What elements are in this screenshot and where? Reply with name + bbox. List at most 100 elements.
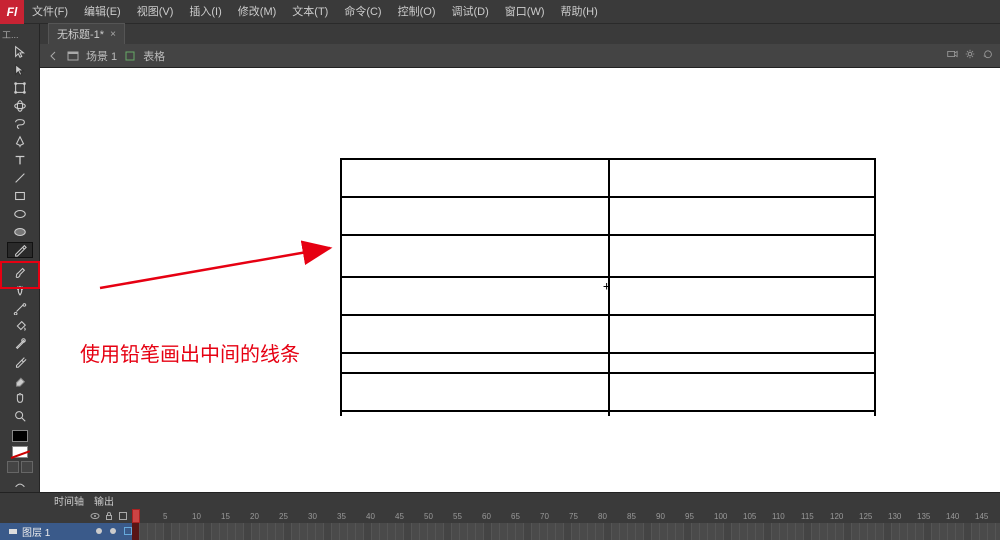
line-tool[interactable] (7, 170, 33, 186)
hand-tool[interactable] (7, 390, 33, 406)
svg-text:95: 95 (685, 512, 694, 521)
svg-text:105: 105 (743, 512, 757, 521)
menu-help[interactable]: 帮助(H) (553, 0, 606, 24)
tools-panel-label: 工... (0, 28, 19, 41)
ink-bottle-tool[interactable] (7, 336, 33, 352)
symbol-icon (123, 49, 137, 63)
rectangle-tool[interactable] (7, 188, 33, 204)
oval-tool[interactable] (7, 206, 33, 222)
menubar: Fl 文件(F) 编辑(E) 视图(V) 插入(I) 修改(M) 文本(T) 命… (0, 0, 1000, 24)
annotation-arrow (80, 198, 340, 298)
eyedropper-tool[interactable] (7, 354, 33, 370)
menu-debug[interactable]: 调试(D) (444, 0, 497, 24)
pencil-mode-option[interactable] (7, 477, 33, 493)
subselection-tool[interactable] (7, 62, 33, 78)
tools-panel: 工... (0, 24, 40, 492)
output-tab[interactable]: 输出 (94, 493, 114, 508)
menu-commands[interactable]: 命令(C) (336, 0, 389, 24)
eye-icon[interactable] (90, 511, 100, 521)
document-tabbar: 无标题-1* × (40, 24, 1000, 44)
document-tab[interactable]: 无标题-1* × (48, 23, 125, 44)
camera-icon[interactable] (946, 48, 958, 63)
menu-modify[interactable]: 修改(M) (230, 0, 285, 24)
svg-text:115: 115 (801, 512, 814, 521)
3d-rotation-tool[interactable] (7, 98, 33, 114)
eraser-tool[interactable] (7, 372, 33, 388)
svg-text:55: 55 (453, 512, 462, 521)
svg-text:10: 10 (192, 512, 201, 521)
bone-tool[interactable] (7, 300, 33, 316)
pen-tool[interactable] (7, 134, 33, 150)
edit-bar: 场景 1 表格 (40, 44, 1000, 68)
layer-vis-dot[interactable] (96, 528, 102, 534)
svg-text:45: 45 (395, 512, 404, 521)
svg-text:35: 35 (337, 512, 346, 521)
close-icon[interactable]: × (110, 29, 116, 40)
zoom-tool[interactable] (7, 408, 33, 424)
stroke-color-swatch[interactable] (7, 429, 33, 443)
stage[interactable]: + 使用铅笔画出中间的线条 (40, 68, 1000, 492)
layer-row[interactable]: 图层 1 (0, 523, 132, 540)
layer-lock-dot[interactable] (110, 528, 116, 534)
pencil-tool[interactable] (7, 242, 33, 258)
panel-tabs: 时间轴 输出 (0, 493, 1000, 509)
breadcrumb-symbol[interactable]: 表格 (143, 48, 165, 64)
menu-view[interactable]: 视图(V) (129, 0, 182, 24)
layer-outline-box[interactable] (124, 527, 132, 535)
color-option-2[interactable] (21, 461, 33, 473)
lock-icon[interactable] (104, 511, 114, 521)
svg-text:145: 145 (975, 512, 989, 521)
breadcrumb-scene[interactable]: 场景 1 (86, 48, 117, 64)
free-transform-tool[interactable] (7, 80, 33, 96)
annotation-text: 使用铅笔画出中间的线条 (80, 338, 300, 367)
svg-text:65: 65 (511, 512, 520, 521)
gear-icon[interactable] (964, 48, 976, 63)
deco-tool[interactable] (7, 282, 33, 298)
loop-icon[interactable] (982, 48, 994, 63)
color-option-1[interactable] (7, 461, 19, 473)
playhead-marker[interactable] (132, 509, 140, 523)
layer-name-label: 图层 1 (22, 524, 50, 539)
svg-text:90: 90 (656, 512, 665, 521)
paint-bucket-tool[interactable] (7, 318, 33, 334)
svg-text:140: 140 (946, 512, 960, 521)
svg-text:100: 100 (714, 512, 728, 521)
svg-text:75: 75 (569, 512, 578, 521)
timeline-tab[interactable]: 时间轴 (54, 493, 84, 508)
document-tab-label: 无标题-1* (57, 26, 104, 42)
svg-text:135: 135 (917, 512, 931, 521)
app-icon: Fl (0, 0, 24, 24)
registration-crosshair: + (603, 279, 610, 293)
svg-text:70: 70 (540, 512, 549, 521)
timeline-frames[interactable] (132, 523, 1000, 540)
brush-tool[interactable] (7, 264, 33, 280)
svg-text:15: 15 (221, 512, 230, 521)
svg-text:25: 25 (279, 512, 288, 521)
back-icon[interactable] (46, 49, 60, 63)
bottom-panel: 时间轴 输出 151015202530354045505560657075808… (0, 492, 1000, 540)
lasso-tool[interactable] (7, 116, 33, 132)
svg-text:80: 80 (598, 512, 607, 521)
text-tool[interactable] (7, 152, 33, 168)
menu-file[interactable]: 文件(F) (24, 0, 76, 24)
scene-icon (66, 49, 80, 63)
svg-text:85: 85 (627, 512, 636, 521)
menu-edit[interactable]: 编辑(E) (76, 0, 129, 24)
outline-icon[interactable] (118, 511, 128, 521)
menu-window[interactable]: 窗口(W) (497, 0, 553, 24)
svg-text:60: 60 (482, 512, 491, 521)
menu-text[interactable]: 文本(T) (284, 0, 336, 24)
selection-tool[interactable] (7, 44, 33, 60)
menu-control[interactable]: 控制(O) (390, 0, 444, 24)
tool-gap (7, 260, 33, 262)
workarea: 无标题-1* × 场景 1 表格 (40, 24, 1000, 492)
fill-color-swatch[interactable] (7, 445, 33, 459)
rectangle-primitive-tool[interactable] (7, 224, 33, 240)
svg-text:120: 120 (830, 512, 844, 521)
svg-text:30: 30 (308, 512, 317, 521)
menu-insert[interactable]: 插入(I) (181, 0, 229, 24)
layer-icon (8, 526, 18, 536)
timeline-ruler[interactable]: 1510152025303540455055606570758085909510… (132, 509, 1000, 523)
svg-text:50: 50 (424, 512, 433, 521)
svg-text:5: 5 (163, 512, 168, 521)
